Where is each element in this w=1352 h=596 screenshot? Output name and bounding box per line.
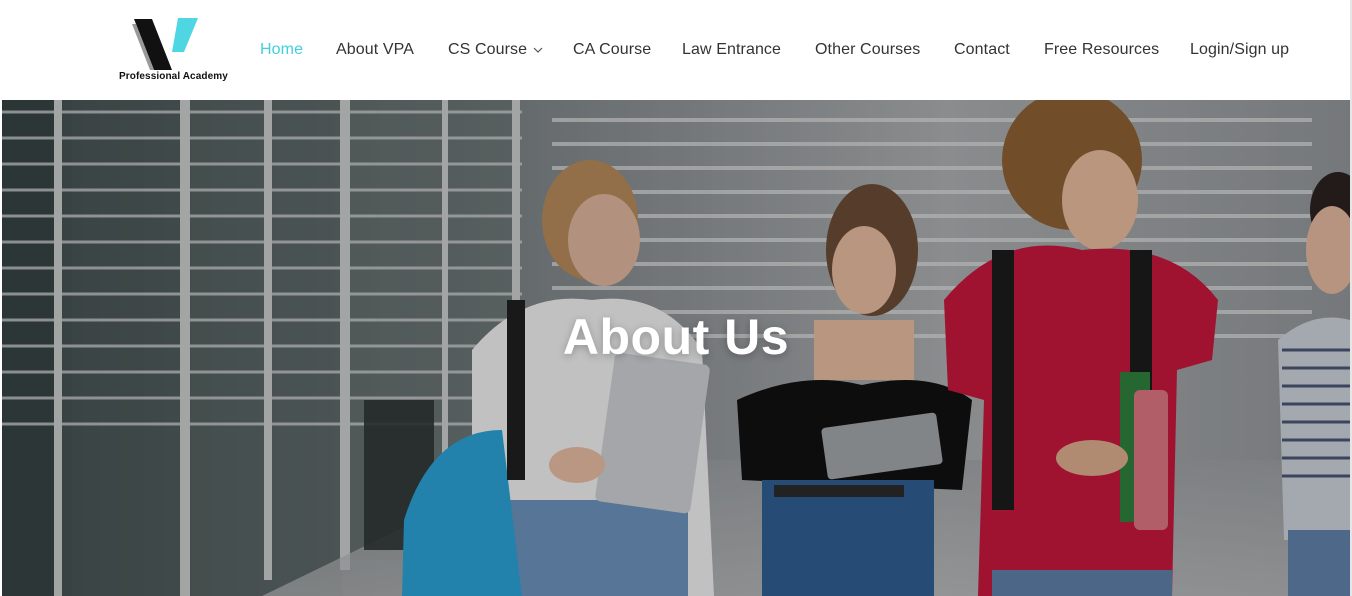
nav-contact[interactable]: Contact [954,38,1010,62]
nav-about-vpa[interactable]: About VPA [336,38,414,62]
nav-cs-course[interactable]: CS Course [448,38,543,62]
nav-home[interactable]: Home [260,38,303,62]
page-title: About Us [562,309,790,365]
nav-cs-course-label: CS Course [448,41,528,59]
nav-ca-course[interactable]: CA Course [573,38,651,62]
nav-free-resources[interactable]: Free Resources [1044,38,1159,62]
main-navigation: Home About VPA CS Course CA Course Law E… [0,38,1352,62]
nav-law-entrance[interactable]: Law Entrance [682,38,781,62]
hero-banner: About Us [2,100,1350,596]
site-header: Professional Academy Home About VPA CS C… [0,0,1352,100]
logo-text: Professional Academy [119,71,228,82]
nav-login-signup[interactable]: Login/Sign up [1190,38,1289,62]
chevron-down-icon [533,38,543,62]
nav-other-courses[interactable]: Other Courses [815,38,920,62]
